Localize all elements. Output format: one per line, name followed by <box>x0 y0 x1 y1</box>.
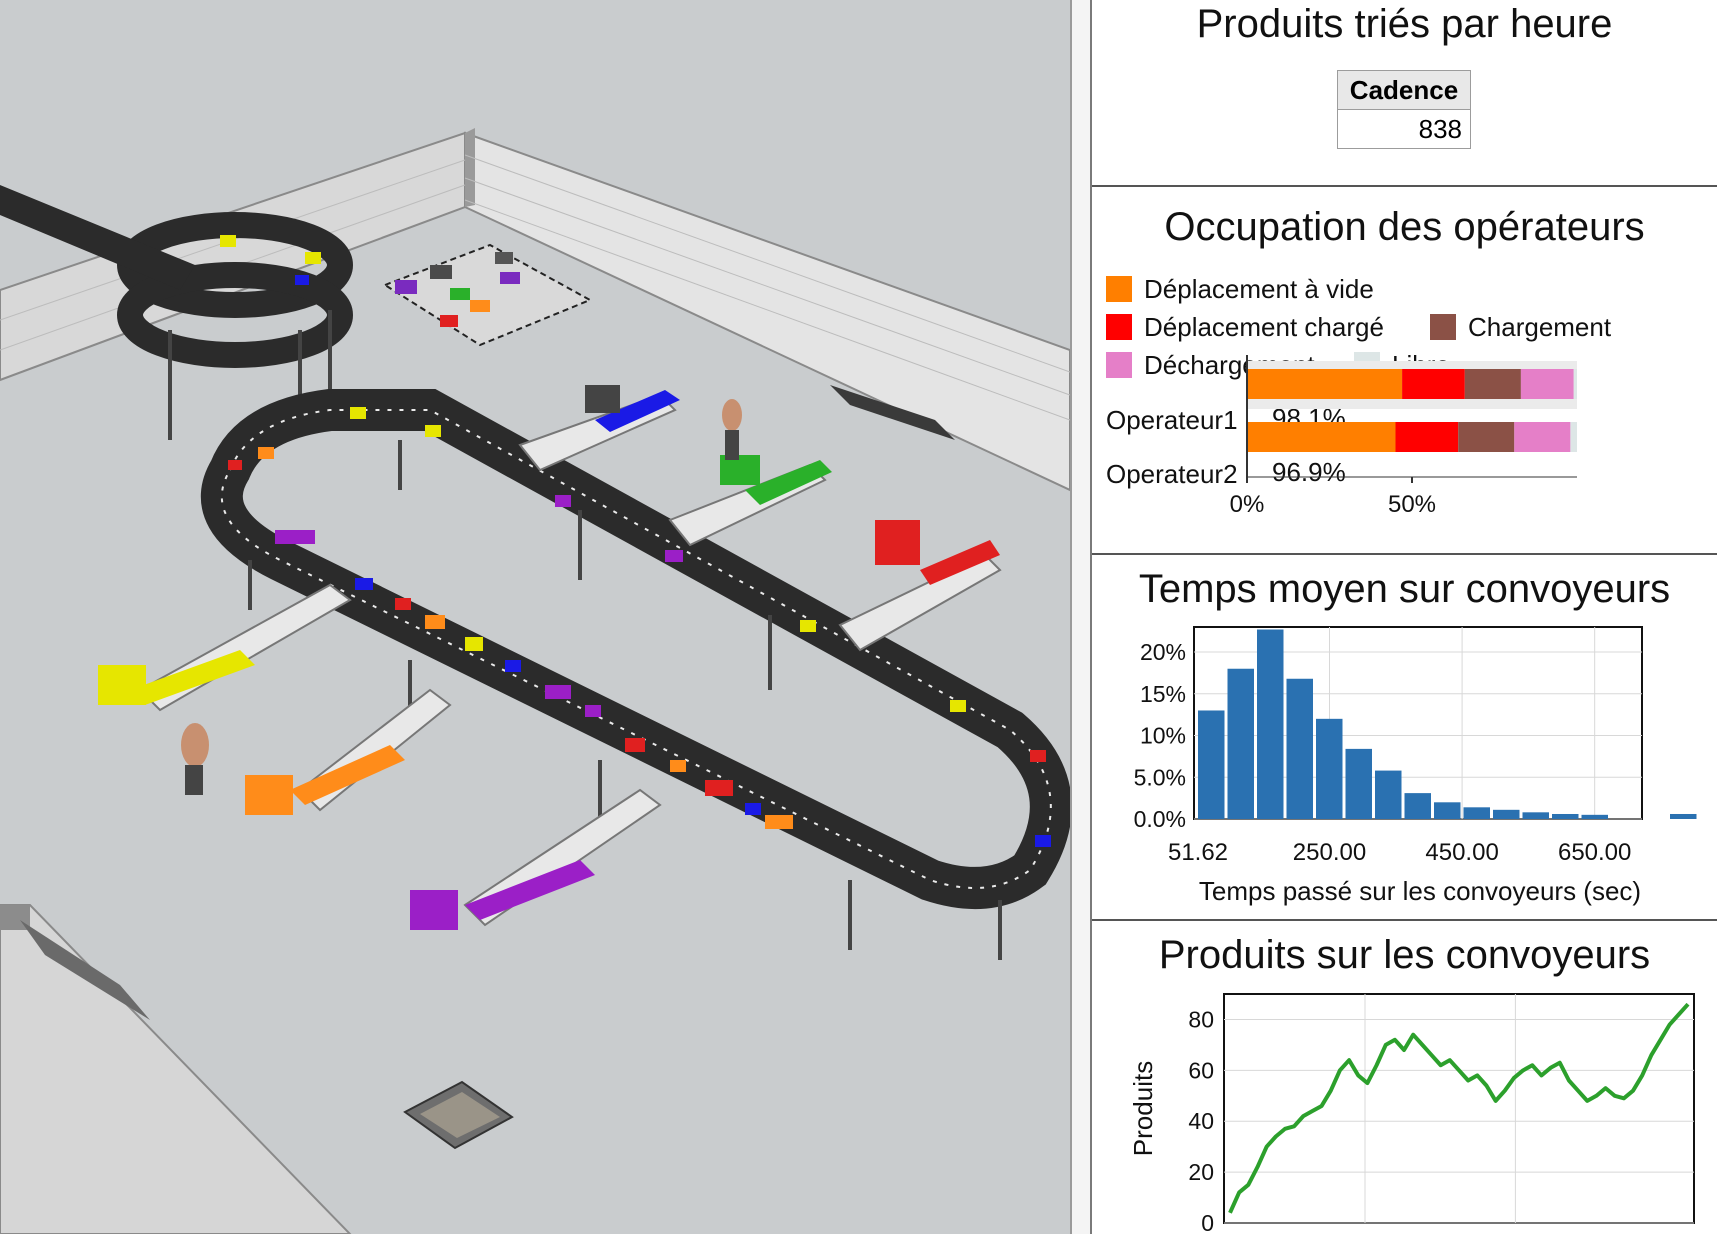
occupancy-bar-segment <box>1247 422 1396 452</box>
y-tick-label: 0 <box>1201 1210 1214 1234</box>
y-tick-label: 40 <box>1188 1108 1214 1134</box>
cadence-header: Cadence <box>1338 71 1470 110</box>
throughput-title: Produits triés par heure <box>1196 2 1613 46</box>
histogram-bar <box>1552 813 1579 819</box>
histogram-bar <box>1345 748 1372 819</box>
cadence-value: 838 <box>1338 110 1470 148</box>
x-axis-label: Temps passé sur les convoyeurs (sec) <box>1199 876 1641 906</box>
histogram-bar <box>1198 710 1225 819</box>
y-tick-label: 80 <box>1188 1006 1214 1032</box>
occupancy-bar-segment <box>1573 369 1577 399</box>
operator-occupancy-chart: 0% 50% <box>1230 355 1577 518</box>
products-line-chart: 0 20 40 60 80 Produits <box>1128 993 1695 1234</box>
occupancy-bar-segment <box>1464 369 1521 399</box>
histogram-bar <box>1375 770 1402 819</box>
conveyor-time-histogram: 0.0% 5.0% 10% 15% 20% 51.62 250.00 450.00 650.00… <box>1134 626 1697 906</box>
y-tick-label: 15% <box>1140 681 1186 707</box>
histogram-bar <box>1581 814 1608 819</box>
cadence-table: Cadence 838 <box>1337 70 1471 149</box>
histogram-bar <box>1434 802 1461 819</box>
y-tick-label: 0.0% <box>1134 806 1186 832</box>
histogram-bar <box>1316 718 1343 819</box>
occupancy-bar-segment <box>1402 369 1465 399</box>
histogram-bar <box>1257 629 1284 819</box>
histogram-bar <box>1463 807 1490 819</box>
plot-area <box>1223 993 1695 1224</box>
histogram-bar <box>1404 793 1431 819</box>
occupancy-bar-segment <box>1395 422 1459 452</box>
y-tick-label: 10% <box>1140 723 1186 749</box>
dashboard-panel: Produits triés par heure Cadence 838 Occ… <box>1092 0 1717 1234</box>
occupancy-bar-segment <box>1520 369 1574 399</box>
x-tick-label: 50% <box>1388 491 1436 518</box>
occupancy-bar-segment <box>1458 422 1515 452</box>
histogram-bar <box>1227 668 1254 819</box>
occupancy-bar-segment <box>1570 422 1577 452</box>
conveyor-time-panel: Temps moyen sur convoyeurs 0.0% 5.0% 10% 15… <box>1092 555 1717 921</box>
products-panel: Produits sur les convoyeurs 0 20 40 60 80 Pro… <box>1092 921 1717 1234</box>
occupancy-bar-segment <box>1247 369 1403 399</box>
x-tick-label: 250.00 <box>1293 839 1366 866</box>
y-tick-label: 60 <box>1188 1057 1214 1083</box>
y-tick-label: 5.0% <box>1134 764 1186 790</box>
x-tick-label: 51.62 <box>1168 839 1228 866</box>
histogram-bar <box>1493 809 1520 819</box>
y-tick-label: 20 <box>1188 1159 1214 1185</box>
histogram-bar <box>1670 813 1697 819</box>
x-tick-label: 450.00 <box>1425 839 1498 866</box>
simulation-3d-viewport[interactable] <box>0 0 1070 1234</box>
wall-corner <box>465 128 475 207</box>
split-divider[interactable] <box>1070 0 1092 1234</box>
operators-panel: Occupation des opérateurs Déplacement à … <box>1092 187 1717 555</box>
x-tick-label: 650.00 <box>1558 839 1631 866</box>
histogram-bar <box>1522 812 1549 819</box>
y-axis-label: Produits <box>1128 1061 1158 1156</box>
throughput-panel: Produits triés par heure Cadence 838 <box>1092 0 1717 187</box>
histogram-bar <box>1286 678 1313 819</box>
occupancy-bar-segment <box>1514 422 1571 452</box>
x-tick-label: 0% <box>1230 491 1265 518</box>
factory-floor-scene[interactable] <box>0 0 1070 1234</box>
y-tick-label: 20% <box>1140 639 1186 665</box>
